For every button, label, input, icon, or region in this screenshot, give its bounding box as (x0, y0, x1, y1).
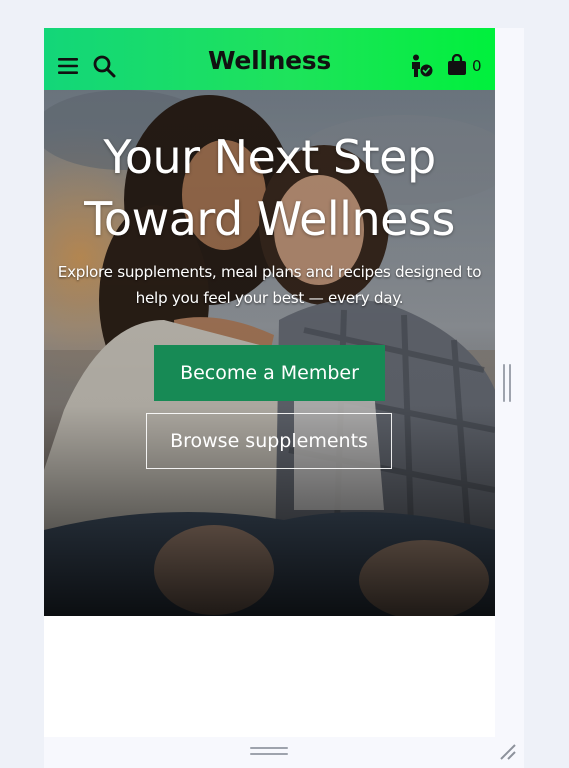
hero-title-line-1: Your Next Step (103, 130, 436, 184)
menu-icon[interactable] (58, 57, 78, 75)
account-verified-icon[interactable] (408, 54, 434, 78)
hero-subtitle-line-2: help you feel your best — every day. (135, 289, 404, 307)
brand-link[interactable]: Wellness (208, 46, 331, 75)
search-icon[interactable] (93, 55, 116, 78)
resize-handle-right[interactable] (503, 364, 513, 402)
browse-supplements-button[interactable]: Browse supplements (146, 413, 392, 469)
hero-subtitle-line-1: Explore supplements, meal plans and reci… (57, 263, 482, 281)
resize-handle-bottom[interactable] (250, 747, 288, 757)
hero-subtitle: Explore supplements, meal plans and reci… (44, 259, 495, 311)
shopping-bag-icon[interactable] (447, 54, 467, 76)
hero-section: Your Next Step Toward Wellness Explore s… (44, 90, 495, 616)
hero-title-line-2: Toward Wellness (84, 192, 455, 246)
page-viewport: Wellness 0 Your Next Step Toward Wellnes… (44, 28, 495, 737)
app-header: Wellness 0 (44, 28, 495, 90)
resize-corner-grip-icon[interactable] (498, 742, 518, 762)
device-frame: Wellness 0 Your Next Step Toward Wellnes… (44, 28, 524, 768)
hero-title: Your Next Step Toward Wellness (44, 126, 495, 250)
cart-count: 0 (472, 57, 482, 75)
become-member-button[interactable]: Become a Member (154, 345, 385, 401)
